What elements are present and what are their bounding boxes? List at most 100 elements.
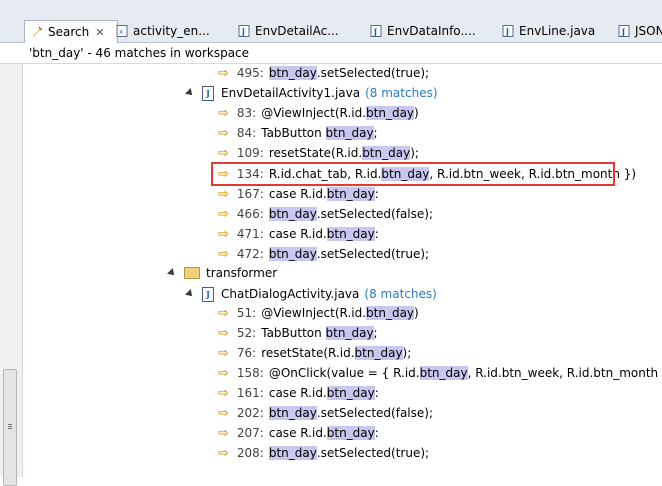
match-highlight: btn_day [268, 66, 317, 80]
match-line[interactable]: ⇨ 84: TabButton btn_day; [218, 123, 378, 143]
java-file-icon: J [238, 25, 250, 37]
tab-json[interactable]: J JSON [618, 20, 662, 42]
match-post: ) [414, 306, 419, 320]
match-arrow-icon: ⇨ [218, 226, 229, 242]
match-arrow-icon: ⇨ [218, 125, 229, 141]
line-number: 167: [236, 187, 264, 201]
match-pre: resetState(R.id. [261, 346, 355, 360]
match-pre: TabButton [261, 126, 326, 140]
tab-activity-en[interactable]: x activity_en... [116, 20, 234, 42]
match-line[interactable]: ⇨ 202: btn_day .setSelected(false); [218, 403, 433, 423]
match-post: ); [410, 146, 419, 160]
match-post: ) [414, 106, 419, 120]
line-number: 51: [236, 306, 257, 320]
match-line[interactable]: ⇨ 76: resetState(R.id. btn_day); [218, 343, 411, 363]
java-file-icon: J [502, 25, 514, 37]
match-arrow-icon: ⇨ [218, 325, 229, 341]
file-name: EnvDetailActivity1.java [221, 86, 361, 100]
match-highlight: btn_day [354, 346, 403, 360]
scrollbar-thumb[interactable] [3, 369, 17, 486]
file-node-envdetailactivity1[interactable]: J EnvDetailActivity1.java (8 matches) [185, 83, 438, 103]
match-highlight: btn_day [325, 126, 374, 140]
svg-text:J: J [241, 27, 246, 37]
match-line[interactable]: ⇨ 208: btn_day .setSelected(true); [218, 443, 429, 463]
line-number: 208: [236, 446, 264, 460]
match-line[interactable]: ⇨ 52: TabButton btn_day; [218, 323, 378, 343]
match-highlight: btn_day [268, 247, 317, 261]
line-number: 207: [236, 426, 264, 440]
svg-text:J: J [373, 27, 378, 37]
match-line[interactable]: ⇨ 207: case R.id. btn_day: [218, 423, 379, 443]
match-arrow-icon: ⇨ [218, 405, 229, 421]
match-post: : [374, 386, 379, 400]
vertical-scrollbar[interactable] [0, 64, 23, 486]
close-icon[interactable]: ✕ [95, 26, 104, 39]
match-arrow-icon: ⇨ [218, 365, 229, 381]
expand-chevron-icon[interactable] [185, 88, 195, 98]
match-line[interactable]: ⇨ 83: @ViewInject(R.id. btn_day) [218, 103, 419, 123]
file-node-chatdialogactivity[interactable]: J ChatDialogActivity.java (8 matches) [185, 284, 437, 304]
match-post: ; [373, 326, 378, 340]
svg-text:x: x [119, 28, 123, 36]
svg-text:J: J [621, 27, 626, 37]
match-arrow-icon: ⇨ [218, 445, 229, 461]
match-arrow-icon: ⇨ [218, 105, 229, 121]
match-line[interactable]: ⇨ 471: case R.id. btn_day: [218, 224, 379, 244]
match-line[interactable]: ⇨ 158: @OnClick(value = { R.id. btn_day, … [218, 363, 662, 383]
match-highlight: btn_day [326, 187, 375, 201]
package-node-transformer[interactable]: transformer [167, 263, 278, 283]
match-post: ); [402, 346, 412, 360]
match-line[interactable]: ⇨ 466: btn_day .setSelected(false); [218, 204, 433, 224]
file-name: ChatDialogActivity.java [221, 287, 360, 301]
search-status-text: 'btn_day' - 46 matches in workspace [29, 46, 250, 60]
match-arrow-icon: ⇨ [218, 206, 229, 222]
match-line[interactable]: ⇨ 109: resetState(R.id. btn_day); [218, 143, 419, 163]
tab-envline[interactable]: J EnvLine.java [502, 20, 614, 42]
match-post: .setSelected(true); [316, 66, 430, 80]
line-number: 466: [236, 207, 264, 221]
match-highlight: btn_day [268, 446, 317, 460]
tab-label: activity_en... [133, 24, 210, 38]
match-highlight: btn_day [268, 207, 317, 221]
match-line[interactable]: ⇨ 495: btn_day .setSelected(true); [218, 63, 429, 83]
line-number: 83: [236, 106, 257, 120]
match-arrow-icon: ⇨ [218, 145, 229, 161]
tab-search[interactable]: Search ✕ [24, 20, 118, 43]
match-highlight: btn_day [366, 306, 415, 320]
match-pre: case R.id. [268, 187, 327, 201]
match-line[interactable]: ⇨ 161: case R.id. btn_day: [218, 383, 379, 403]
match-post: ; [373, 126, 378, 140]
line-number: 158: [236, 366, 264, 380]
match-post: , R.id.btn_week, R.id.btn_month }) [467, 366, 662, 380]
match-highlight: btn_day [419, 366, 468, 380]
match-arrow-icon: ⇨ [218, 186, 229, 202]
java-file-icon: J [202, 286, 214, 302]
match-pre: @ViewInject(R.id. [261, 106, 367, 120]
match-arrow-icon: ⇨ [218, 246, 229, 262]
match-post: : [374, 187, 379, 201]
match-highlight: btn_day [326, 426, 375, 440]
search-status: 'btn_day' - 46 matches in workspace [0, 43, 662, 64]
match-line[interactable]: ⇨ 167: case R.id. btn_day: [218, 184, 379, 204]
expand-chevron-icon[interactable] [185, 289, 195, 299]
match-count: (8 matches) [364, 287, 437, 301]
tab-envdetailac[interactable]: J EnvDetailAc... [238, 20, 366, 42]
match-post: .setSelected(false); [316, 207, 433, 221]
match-post: .setSelected(true); [316, 247, 430, 261]
match-highlight: btn_day [366, 106, 415, 120]
tab-label: Search [48, 25, 90, 39]
line-number: 52: [236, 326, 257, 340]
tab-label: EnvLine.java [519, 24, 596, 38]
tab-envdatainfo[interactable]: J EnvDataInfo.... [370, 20, 498, 42]
package-name: transformer [206, 266, 278, 280]
java-file-icon: J [370, 25, 382, 37]
match-post: .setSelected(true); [316, 446, 430, 460]
match-post: .setSelected(false); [316, 406, 433, 420]
match-line[interactable]: ⇨ 51: @ViewInject(R.id. btn_day) [218, 303, 419, 323]
expand-chevron-icon[interactable] [167, 268, 177, 278]
line-number: 202: [236, 406, 264, 420]
match-line[interactable]: ⇨ 472: btn_day .setSelected(true); [218, 244, 429, 264]
match-highlight: btn_day [326, 386, 375, 400]
match-highlight: btn_day [362, 146, 411, 160]
editor-tab-bar: Search ✕ x activity_en... J EnvDetailAc.… [0, 0, 662, 43]
